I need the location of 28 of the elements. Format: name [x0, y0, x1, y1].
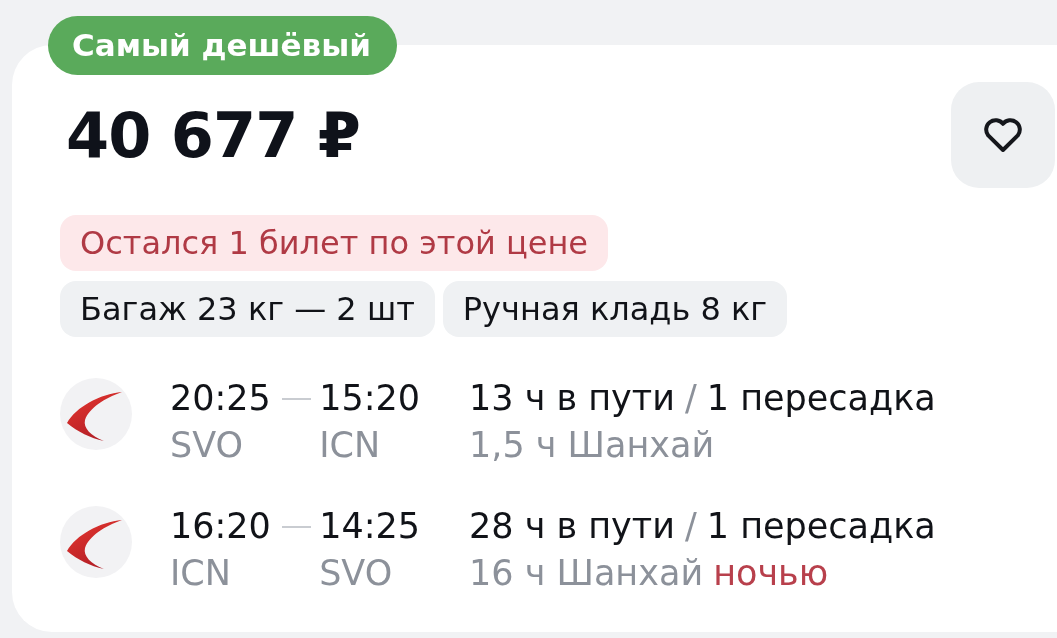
- separator-text: /: [684, 505, 697, 548]
- cheapest-badge: Самый дешёвый: [48, 16, 397, 75]
- arrival-time: 15:20: [319, 377, 420, 420]
- tickets-left-label: Остался 1 билет по этой цене: [60, 215, 608, 271]
- arrival-airport: ICN: [319, 424, 382, 467]
- separator-text: /: [684, 377, 697, 420]
- departure-airport: SVO: [170, 424, 245, 467]
- baggage-tag: Ручная кладь 8 кг: [442, 281, 788, 337]
- departure-time: 20:25: [170, 377, 271, 420]
- price-text: 40 677 ₽: [66, 98, 360, 172]
- departure-time: 16:20: [170, 505, 271, 548]
- swoosh-logo-icon: [60, 378, 132, 450]
- stops-text: 1 пересадка: [706, 505, 936, 548]
- layover-text: 16 ч Шанхай: [469, 552, 704, 595]
- time-dash: [281, 525, 312, 528]
- duration-text: 28 ч в пути: [469, 505, 675, 548]
- time-dash: [281, 397, 312, 400]
- night-note: ночью: [713, 552, 829, 595]
- departure-airport: ICN: [170, 552, 232, 595]
- swoosh-logo-icon: [60, 506, 132, 578]
- arrival-time: 14:25: [319, 505, 420, 548]
- layover-text: 1,5 ч Шанхай: [469, 424, 715, 467]
- arrival-airport: SVO: [319, 552, 394, 595]
- baggage-tag: Багаж 23 кг — 2 шт: [60, 281, 435, 337]
- duration-text: 13 ч в пути: [469, 377, 675, 420]
- stops-text: 1 пересадка: [706, 377, 936, 420]
- heart-icon: [984, 118, 1022, 152]
- favorite-button[interactable]: [951, 82, 1055, 188]
